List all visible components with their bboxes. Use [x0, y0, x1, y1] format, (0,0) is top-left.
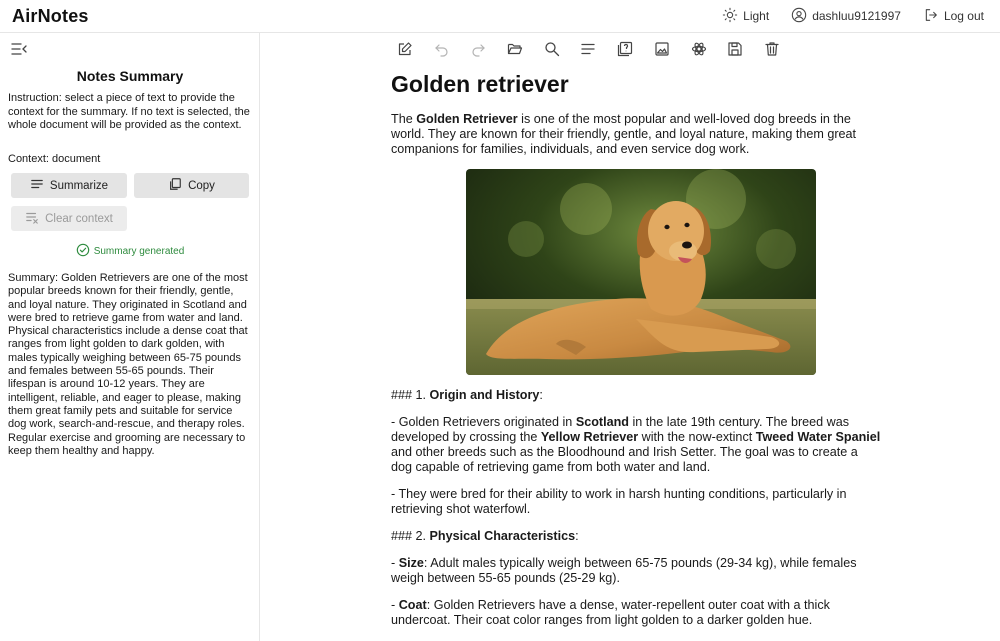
copy-icon — [168, 177, 182, 194]
text-run: ### 2. — [391, 528, 430, 543]
save-icon[interactable] — [726, 40, 744, 58]
summary-output: Summary: Golden Retrievers are one of th… — [8, 272, 248, 457]
user-account[interactable]: dashluu9121997 — [791, 7, 901, 26]
origin-bullet-1: - Golden Retrievers originated in Scotla… — [391, 415, 881, 474]
delete-icon[interactable] — [763, 40, 781, 58]
text-run: : — [539, 387, 543, 402]
bold-text: Golden Retriever — [416, 112, 518, 126]
section-heading-origin: ### 1. Origin and History: — [391, 388, 881, 403]
size-bullet: - Size: Adult males typically weigh betw… — [391, 556, 881, 586]
bold-text: Yellow Retriever — [540, 429, 639, 444]
logout-button[interactable]: Log out — [923, 7, 984, 26]
text-run: and other breeds such as the Bloodhound … — [391, 444, 858, 474]
coat-bullet: - Coat: Golden Retrievers have a dense, … — [391, 598, 881, 628]
lines-icon — [30, 177, 44, 194]
origin-bullet-2: - They were bred for their ability to wo… — [391, 486, 847, 516]
bold-text: Tweed Water Spaniel — [755, 429, 881, 444]
app-brand[interactable]: AirNotes — [12, 6, 89, 27]
copy-button[interactable]: Copy — [134, 173, 249, 198]
summary-icon[interactable] — [616, 40, 634, 58]
app-header: AirNotes Light dashluu9121997 Log out — [0, 0, 1000, 33]
header-actions: Light dashluu9121997 Log out — [722, 7, 984, 26]
text-run: : Golden Retrievers have a dense, water-… — [391, 598, 830, 628]
username: dashluu9121997 — [812, 9, 901, 23]
clear-context-label: Clear context — [45, 212, 113, 225]
logout-icon — [923, 7, 939, 26]
section-heading-physical: ### 2. Physical Characteristics: — [391, 529, 881, 544]
text-run: - Golden Retrievers originated in — [391, 415, 576, 430]
intro-paragraph: The Golden Retriever is one of the most … — [391, 112, 881, 156]
sun-icon — [722, 7, 738, 26]
redo-icon[interactable] — [469, 40, 487, 58]
logout-label: Log out — [943, 9, 984, 23]
document-title: Golden retriever — [391, 71, 569, 97]
bold-text: Size — [398, 556, 424, 571]
check-circle-icon — [76, 243, 90, 260]
summary-instruction: Instruction: select a piece of text to p… — [8, 92, 250, 131]
theme-toggle[interactable]: Light — [722, 7, 769, 26]
undo-icon[interactable] — [433, 40, 451, 58]
text-run: : Adult males typically weigh between 65… — [391, 556, 857, 586]
settings-icon[interactable] — [690, 40, 708, 58]
collapse-sidebar-icon[interactable] — [11, 42, 27, 56]
bold-text: Physical Characteristics — [429, 528, 576, 543]
text-run: : — [575, 528, 579, 543]
golden-retriever-photo — [466, 168, 816, 375]
text-run: The — [391, 112, 417, 126]
summarize-label: Summarize — [49, 179, 109, 192]
copy-label: Copy — [188, 179, 215, 192]
search-icon[interactable] — [543, 40, 561, 58]
status-text: Summary generated — [93, 246, 185, 257]
sidebar-title: Notes Summary — [76, 68, 184, 84]
open-folder-icon[interactable] — [506, 40, 524, 58]
text-run: with the now-extinct — [638, 429, 756, 444]
user-icon — [791, 7, 807, 26]
bold-text: Scotland — [575, 415, 629, 430]
text-run: ### 1. — [391, 387, 430, 402]
bold-text: Coat — [398, 598, 427, 613]
text-align-icon[interactable] — [579, 40, 597, 58]
status-message: Summary generated — [0, 243, 260, 260]
image-icon[interactable] — [653, 40, 671, 58]
clear-list-icon — [25, 210, 39, 227]
theme-label: Light — [743, 9, 770, 23]
edit-icon[interactable] — [396, 40, 414, 58]
text-run: - — [391, 556, 399, 571]
bold-text: Origin and History — [429, 387, 540, 402]
note-document[interactable]: Golden retriever The Golden Retriever is… — [391, 70, 881, 640]
editor-toolbar — [396, 40, 800, 58]
context-indicator: Context: document — [8, 153, 101, 165]
text-run: - — [391, 598, 399, 613]
summarize-button[interactable]: Summarize — [11, 173, 127, 198]
summary-sidebar: Notes Summary Instruction: select a piec… — [0, 33, 260, 641]
clear-context-button[interactable]: Clear context — [11, 206, 127, 231]
